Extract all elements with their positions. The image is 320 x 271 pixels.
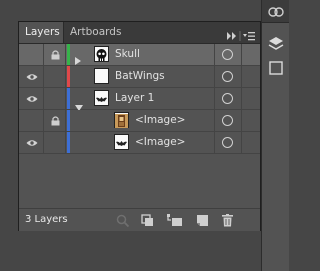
panel-menu-icon[interactable]: [243, 32, 255, 41]
new-layer-icon[interactable]: [196, 214, 209, 227]
column-divider: [43, 132, 44, 153]
layer-name[interactable]: Layer 1: [115, 88, 154, 109]
column-divider: [214, 44, 215, 65]
layer-row[interactable]: Skull: [19, 44, 260, 66]
visibility-toggle[interactable]: [23, 44, 41, 65]
layer-thumbnail: [94, 68, 109, 84]
layer-count: 3 Layers: [25, 214, 68, 225]
lock-toggle[interactable]: [45, 110, 65, 131]
dock-header: [262, 0, 289, 23]
layer-color-bar: [67, 66, 70, 87]
layer-thumbnail: [114, 112, 129, 128]
tab-layers[interactable]: Layers: [19, 22, 63, 43]
panel-controls: [226, 27, 256, 41]
column-divider: [65, 110, 66, 131]
make-clipping-mask-icon[interactable]: [141, 214, 155, 227]
properties-icon[interactable]: [268, 60, 284, 76]
column-divider: [43, 88, 44, 109]
layer-color-bar: [67, 44, 70, 65]
target-circle-icon[interactable]: [222, 71, 233, 82]
column-divider: [65, 132, 66, 153]
panel-footer: 3 Layers: [19, 208, 260, 231]
panel-tab-bar: Layers Artboards: [19, 22, 260, 44]
column-divider: [65, 66, 66, 87]
layer-row[interactable]: <Image>: [19, 110, 260, 132]
column-divider: [214, 110, 215, 131]
layer-row[interactable]: <Image>: [19, 132, 260, 154]
layer-name[interactable]: <Image>: [135, 132, 185, 153]
column-divider: [214, 88, 215, 109]
column-divider: [43, 66, 44, 87]
right-dock-strip: [261, 0, 289, 271]
layer-thumbnail: [94, 90, 109, 106]
layer-name[interactable]: Skull: [115, 44, 140, 65]
lock-toggle[interactable]: [45, 44, 65, 65]
layer-thumbnail: [114, 134, 129, 150]
target-circle-icon[interactable]: [222, 49, 233, 60]
column-divider: [241, 132, 242, 153]
layer-row[interactable]: Layer 1: [19, 88, 260, 111]
locate-object-icon[interactable]: [116, 214, 130, 227]
column-divider: [214, 66, 215, 87]
visibility-toggle[interactable]: [23, 132, 41, 153]
lock-toggle[interactable]: [45, 88, 65, 109]
column-divider: [65, 88, 66, 109]
target-circle-icon[interactable]: [222, 115, 233, 126]
libraries-icon[interactable]: [268, 36, 284, 52]
column-divider: [43, 44, 44, 65]
trash-icon[interactable]: [221, 214, 234, 227]
visibility-toggle[interactable]: [23, 110, 41, 131]
layer-thumbnail: [94, 46, 109, 62]
column-divider: [241, 110, 242, 131]
target-circle-icon[interactable]: [222, 137, 233, 148]
lock-toggle[interactable]: [45, 66, 65, 87]
tab-artboards[interactable]: Artboards: [63, 22, 133, 43]
column-divider: [65, 44, 66, 65]
visibility-toggle[interactable]: [23, 88, 41, 109]
visibility-toggle[interactable]: [23, 66, 41, 87]
layer-name[interactable]: <Image>: [135, 110, 185, 131]
layer-row[interactable]: BatWings: [19, 66, 260, 88]
create-sublayer-icon[interactable]: [167, 214, 183, 227]
column-divider: [241, 44, 242, 65]
creative-cloud-icon[interactable]: [268, 4, 284, 18]
lock-toggle[interactable]: [45, 132, 65, 153]
column-divider: [43, 110, 44, 131]
column-divider: [241, 88, 242, 109]
layer-color-bar: [67, 132, 70, 153]
target-circle-icon[interactable]: [222, 93, 233, 104]
layer-color-bar: [67, 110, 70, 131]
column-divider: [214, 132, 215, 153]
column-divider: [241, 66, 242, 87]
layer-name[interactable]: BatWings: [115, 66, 165, 87]
layer-color-bar: [67, 88, 70, 109]
layers-panel: Layers Artboards Skull BatWings Layer 1 <Im…: [18, 21, 261, 231]
layers-list: Skull BatWings Layer 1 <Image> <Image>: [19, 44, 260, 154]
collapse-panel-icon[interactable]: [227, 32, 236, 40]
